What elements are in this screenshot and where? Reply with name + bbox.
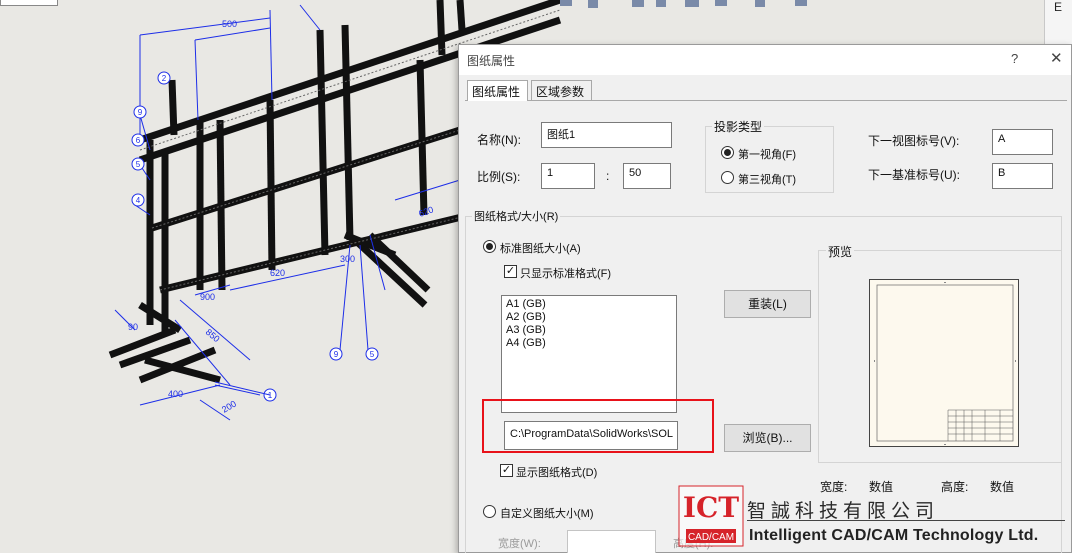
preview-height-label: 高度: xyxy=(941,480,969,494)
third-angle-label: 第三视角(T) xyxy=(738,174,797,186)
balloon-number: 9 xyxy=(138,108,143,117)
dimension-label: 620 xyxy=(270,268,285,278)
dialog-title-bar[interactable]: 图纸属性 ? ✕ xyxy=(459,45,1071,75)
preview-height-value: 数值 xyxy=(990,480,1015,494)
scale-label: 比例(S): xyxy=(477,170,521,184)
list-item[interactable]: A3 (GB) xyxy=(506,324,672,337)
ict-logo: ICT CAD/CAM xyxy=(678,485,744,547)
balloon-number: 5 xyxy=(370,350,375,359)
show-format-label: 显示图纸格式(D) xyxy=(516,467,598,479)
preview-width-label: 宽度: xyxy=(820,480,848,494)
preview-label: 预览 xyxy=(826,243,855,260)
preview-sheet-graphic xyxy=(874,282,1016,445)
balloon-number: 9 xyxy=(334,350,339,359)
list-item[interactable]: A4 (GB) xyxy=(506,337,672,350)
help-button[interactable]: ? xyxy=(1011,51,1018,66)
dimension-label: 400 xyxy=(168,389,183,399)
only-standard-label: 只显示标准格式(F) xyxy=(520,268,612,280)
custom-size-label: 自定义图纸大小(M) xyxy=(500,508,594,520)
tab-zone-parameters[interactable]: 区域参数 xyxy=(531,80,592,100)
preview-width-value: 数值 xyxy=(869,480,894,494)
dimension-label: 300 xyxy=(340,254,355,264)
custom-width-label: 宽度(W): xyxy=(498,538,541,550)
tab-sheet-properties[interactable]: 图纸属性 xyxy=(467,80,528,101)
dimension-label: 90 xyxy=(128,322,138,332)
close-button[interactable]: ✕ xyxy=(1050,49,1063,67)
standard-size-radio[interactable] xyxy=(483,240,496,253)
list-item[interactable]: A1 (GB) xyxy=(506,298,672,311)
dimension-label: 200 xyxy=(220,399,238,415)
show-format-checkbox[interactable]: ✓ xyxy=(500,464,513,477)
balloon-number: 6 xyxy=(136,136,141,145)
only-standard-checkbox[interactable]: ✓ xyxy=(504,265,517,278)
dimension-label: 500 xyxy=(222,19,237,29)
company-name-cn: 智誠科技有限公司 xyxy=(747,500,940,522)
sheet-name-input[interactable]: 图纸1 xyxy=(541,122,672,148)
heads-up-toolbar[interactable] xyxy=(560,0,860,10)
reload-button[interactable]: 重装(L) xyxy=(724,290,811,318)
task-pane-letter: E xyxy=(1054,0,1063,14)
scale-numerator-input[interactable]: 1 xyxy=(541,163,595,189)
first-angle-radio[interactable] xyxy=(721,146,734,159)
view-tab-corner[interactable] xyxy=(0,0,58,6)
next-view-input[interactable]: A xyxy=(992,129,1053,155)
first-angle-label: 第一视角(F) xyxy=(738,149,797,161)
balloon-number: 1 xyxy=(268,391,273,400)
scale-denominator-input[interactable]: 50 xyxy=(623,163,671,189)
balloon-number: 2 xyxy=(162,74,167,83)
next-view-label: 下一视图标号(V): xyxy=(868,134,960,148)
logo-text: ICT xyxy=(683,491,739,524)
dimension-label: 900 xyxy=(200,292,215,302)
dialog-title: 图纸属性 xyxy=(467,54,516,68)
standard-size-list[interactable]: A1 (GB) A2 (GB) A3 (GB) A4 (GB) xyxy=(501,295,677,413)
custom-size-radio[interactable] xyxy=(483,505,496,518)
third-angle-radio[interactable] xyxy=(721,171,734,184)
balloon-number: 4 xyxy=(136,196,141,205)
scale-separator: : xyxy=(606,169,610,183)
projection-type-title: 投影类型 xyxy=(712,118,765,135)
watermark-rule xyxy=(747,520,1065,521)
next-datum-input[interactable]: B xyxy=(992,163,1053,189)
balloon-number: 5 xyxy=(136,160,141,169)
sheet-format-size-title: 图纸格式/大小(R) xyxy=(472,208,561,224)
name-label: 名称(N): xyxy=(477,133,521,147)
company-name-en: Intelligent CAD/CAM Technology Ltd. xyxy=(749,527,1039,544)
highlight-annotation xyxy=(482,399,714,453)
browse-button[interactable]: 浏览(B)... xyxy=(724,424,811,452)
preview-sheet xyxy=(869,279,1019,447)
logo-sub-text: CAD/CAM xyxy=(688,532,734,543)
next-datum-label: 下一基准标号(U): xyxy=(868,168,960,182)
dimension-label: 850 xyxy=(204,327,222,344)
custom-width-input[interactable] xyxy=(567,530,656,553)
dimension-label: 620 xyxy=(417,204,435,219)
standard-size-label: 标准图纸大小(A) xyxy=(500,243,581,255)
list-item[interactable]: A2 (GB) xyxy=(506,311,672,324)
